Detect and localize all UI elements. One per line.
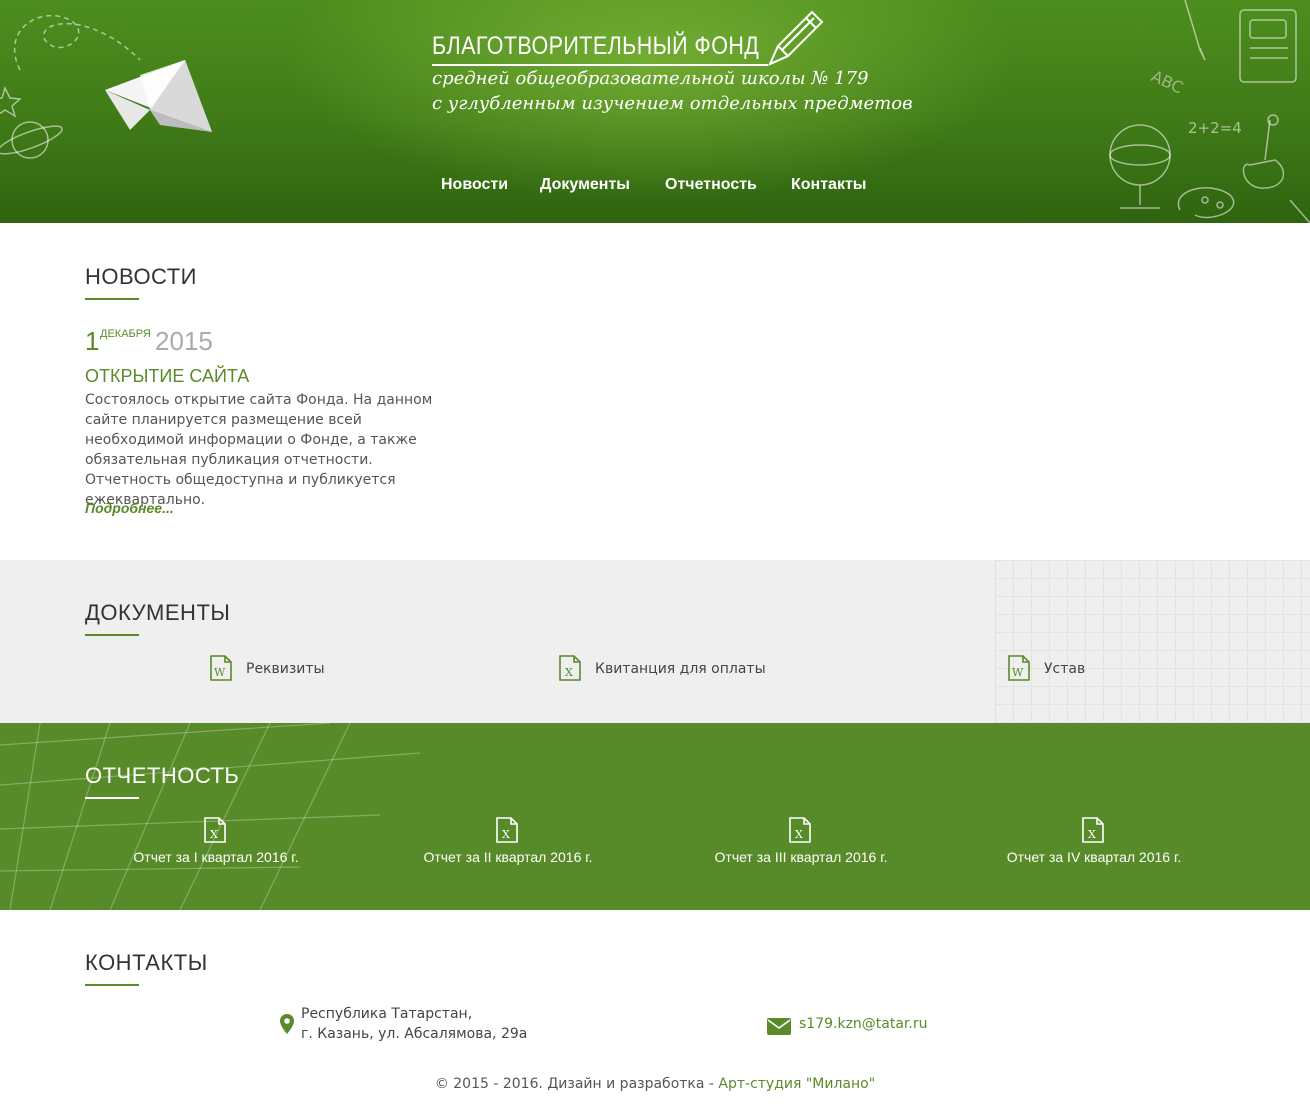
- svg-text:X: X: [795, 828, 803, 841]
- address-line2: г. Казань, ул. Абсалямова, 29а: [301, 1026, 528, 1042]
- report-item-q4[interactable]: X Отчет за IV квартал 2016 г.: [964, 817, 1224, 867]
- documents-heading-underline: [85, 634, 139, 636]
- nav-item-contacts[interactable]: Контакты: [791, 176, 866, 194]
- site-logo[interactable]: БЛАГОТВОРИТЕЛЬНЫЙ ФОНД средней общеобраз…: [432, 10, 913, 120]
- logo-subtitle-line2: с углубленным изучением отдельных предме…: [432, 93, 913, 114]
- pencil-icon: [768, 10, 824, 66]
- logo-underline: [432, 64, 768, 66]
- report-label: Отчет за IV квартал 2016 г.: [1006, 849, 1182, 865]
- excel-file-icon: X: [1082, 817, 1104, 843]
- document-label: Квитанция для оплаты: [595, 661, 766, 677]
- news-text: Состоялось открытие сайта Фонда. На данн…: [85, 392, 433, 508]
- grid-paper-decoration: [995, 560, 1310, 723]
- document-label: Реквизиты: [246, 661, 325, 677]
- excel-file-icon: X: [559, 655, 581, 681]
- main-nav: Новости Документы Отчетность Контакты: [0, 176, 1310, 200]
- email-link[interactable]: s179.kzn@tatar.ru: [799, 1016, 927, 1032]
- footer: © 2015 - 2016. Дизайн и разработка - Арт…: [0, 1076, 1310, 1092]
- chalk-math-text: 2+2=4: [1188, 119, 1242, 137]
- report-item-q1[interactable]: X Отчет за I квартал 2016 г.: [86, 817, 346, 867]
- excel-file-icon: X: [789, 817, 811, 843]
- nav-item-documents[interactable]: Документы: [540, 176, 630, 194]
- report-label: Отчет за III квартал 2016 г.: [714, 849, 888, 865]
- envelope-icon: [767, 1018, 791, 1035]
- documents-section: ДОКУМЕНТЫ W Реквизиты X Квитанция для оп…: [0, 560, 1310, 723]
- contacts-heading: КОНТАКТЫ: [85, 950, 208, 975]
- chalk-abc-text: ABC: [1148, 66, 1186, 97]
- paper-airplane-icon: [105, 60, 212, 132]
- news-date-day: 1: [85, 326, 100, 356]
- documents-heading: ДОКУМЕНТЫ: [85, 600, 231, 625]
- footer-copyright: © 2015 - 2016. Дизайн и разработка -: [434, 1076, 719, 1092]
- news-read-more-link[interactable]: Подробнее...: [85, 500, 174, 516]
- report-item-q3[interactable]: X Отчет за III квартал 2016 г.: [671, 817, 931, 867]
- news-date-year: 2015: [155, 326, 213, 356]
- address-line1: Республика Татарстан,: [301, 1006, 473, 1022]
- report-label: Отчет за I квартал 2016 г.: [133, 849, 299, 865]
- excel-file-icon: X: [496, 817, 518, 843]
- news-date-month: ДЕКАБРЯ: [100, 328, 151, 340]
- contacts-heading-underline: [85, 984, 139, 986]
- reports-heading-underline: [85, 797, 139, 799]
- word-file-icon: W: [1008, 655, 1030, 681]
- document-label: Устав: [1044, 661, 1086, 677]
- map-pin-icon: [280, 1014, 294, 1034]
- report-label: Отчет за II квартал 2016 г.: [423, 849, 593, 865]
- svg-text:X: X: [565, 666, 573, 679]
- excel-file-icon: X: [204, 817, 226, 843]
- reports-heading: ОТЧЕТНОСТЬ: [85, 763, 240, 788]
- svg-text:W: W: [214, 666, 226, 679]
- svg-text:X: X: [210, 828, 218, 841]
- news-heading: НОВОСТИ: [85, 264, 197, 289]
- footer-studio-link[interactable]: Арт-студия "Милано": [718, 1076, 875, 1092]
- news-title-link[interactable]: ОТКРЫТИЕ САЙТА: [85, 366, 249, 387]
- svg-text:X: X: [502, 828, 510, 841]
- nav-item-news[interactable]: Новости: [441, 176, 508, 194]
- report-item-q2[interactable]: X Отчет за II квартал 2016 г.: [378, 817, 638, 867]
- nav-item-reports[interactable]: Отчетность: [665, 176, 757, 194]
- site-header: ABC 2+2=4 БЛАГОТВОРИТЕЛЬНЫЙ ФОНД средней…: [0, 0, 1310, 223]
- svg-text:X: X: [1088, 828, 1096, 841]
- reports-section: ОТЧЕТНОСТЬ X Отчет за I квартал 2016 г. …: [0, 723, 1310, 910]
- logo-subtitle-line1: средней общеобразовательной школы № 179: [432, 68, 869, 89]
- svg-text:W: W: [1012, 666, 1024, 679]
- word-file-icon: W: [210, 655, 232, 681]
- news-heading-underline: [85, 298, 139, 300]
- logo-title: БЛАГОТВОРИТЕЛЬНЫЙ ФОНД: [432, 32, 760, 60]
